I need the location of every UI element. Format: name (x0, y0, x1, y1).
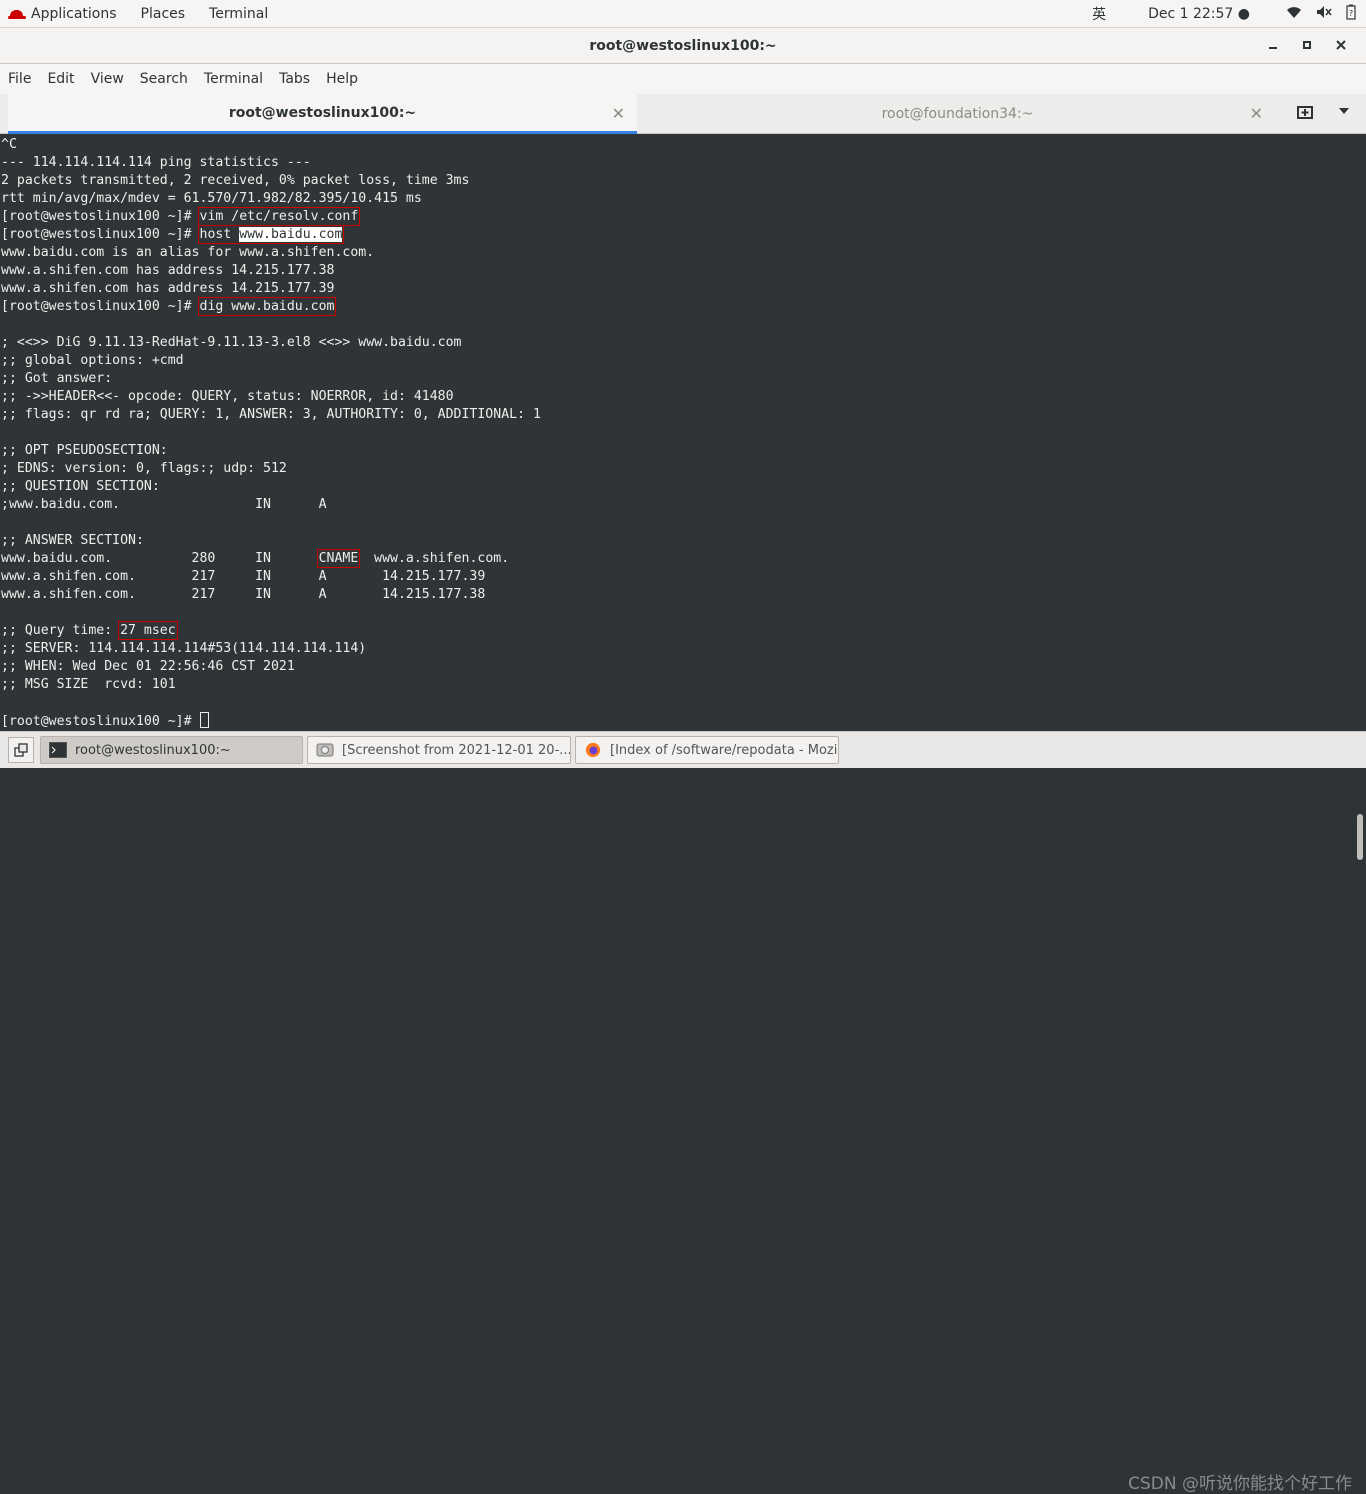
terminal-line: ;; OPT PSEUDOSECTION: (1, 443, 168, 458)
shell-prompt: [root@westoslinux100 ~]# (1, 299, 200, 314)
terminal-line: www.baidu.com is an alias for www.a.shif… (1, 245, 375, 260)
close-button[interactable] (1324, 38, 1358, 54)
places-menu[interactable]: Places (129, 0, 198, 28)
terminal-line: ;; WHEN: Wed Dec 01 22:56:46 CST 2021 (1, 659, 295, 674)
top-bar: Applications Places Terminal 英 Dec 1 22:… (0, 0, 1366, 28)
menu-view[interactable]: View (83, 71, 132, 87)
system-tray: 英 Dec 1 22:57 ● ? (1078, 0, 1356, 28)
selected-text: www.baidu.com (239, 227, 343, 242)
taskbar-item-firefox[interactable]: [Index of /software/repodata - Mozil... (575, 736, 839, 764)
menu-bar: File Edit View Search Terminal Tabs Help (0, 64, 1366, 94)
terminal-line: ;; MSG SIZE rcvd: 101 (1, 677, 176, 692)
terminal-line: ;; flags: qr rd ra; QUERY: 1, ANSWER: 3,… (1, 407, 541, 422)
volume-muted-icon[interactable] (1316, 5, 1332, 23)
tab-label: root@foundation34:~ (881, 105, 1034, 122)
answer-prefix: www.baidu.com. 280 IN (1, 551, 319, 566)
show-desktop-icon (14, 743, 28, 757)
tab-westoslinux100[interactable]: root@westoslinux100:~ ✕ (8, 94, 637, 134)
terminal-line: ;www.baidu.com. IN A (1, 497, 327, 512)
terminal-line: --- 114.114.114.114 ping statistics --- (1, 155, 311, 170)
wifi-icon[interactable] (1286, 5, 1302, 23)
shell-prompt: [root@westoslinux100 ~]# (1, 209, 200, 224)
minimize-icon (1269, 47, 1277, 49)
terminal-line: www.a.shifen.com has address 14.215.177.… (1, 263, 335, 278)
tab-bar: root@westoslinux100:~ ✕ root@foundation3… (0, 94, 1366, 134)
tab-menu-chevron-down-icon[interactable] (1339, 108, 1349, 114)
tab-label: root@westoslinux100:~ (228, 104, 417, 121)
menu-search[interactable]: Search (132, 71, 196, 87)
terminal-line: ;; QUESTION SECTION: (1, 479, 160, 494)
terminal-line: rtt min/avg/max/mdev = 61.570/71.982/82.… (1, 191, 422, 206)
command-dig: dig www.baidu.com (197, 297, 337, 316)
cname-highlight: CNAME (316, 549, 361, 568)
clock[interactable]: Dec 1 22:57 ● (1148, 6, 1250, 22)
input-method-indicator[interactable]: 英 (1092, 4, 1106, 24)
shell-prompt: [root@westoslinux100 ~]# (1, 714, 200, 729)
window-titlebar: root@westoslinux100:~ (0, 28, 1366, 64)
watermark: CSDN @听说你能找个好工作 (1128, 1474, 1352, 1494)
terminal-line: www.a.shifen.com has address 14.215.177.… (1, 281, 335, 296)
maximize-button[interactable] (1290, 38, 1324, 54)
terminal-app-menu[interactable]: Terminal (197, 0, 280, 28)
terminal-line: ;; ->>HEADER<<- opcode: QUERY, status: N… (1, 389, 454, 404)
terminal-line: 2 packets transmitted, 2 received, 0% pa… (1, 173, 470, 188)
answer-suffix: www.a.shifen.com. (358, 551, 510, 566)
menu-file[interactable]: File (0, 71, 39, 87)
terminal-cursor (199, 712, 209, 728)
menu-tabs[interactable]: Tabs (271, 71, 318, 87)
tab-close-icon[interactable]: ✕ (1250, 104, 1263, 123)
close-icon (1336, 40, 1346, 50)
redhat-logo-icon (8, 7, 26, 21)
minimize-button[interactable] (1256, 38, 1290, 54)
taskbar-item-screenshot[interactable]: [Screenshot from 2021-12-01 20-... (307, 736, 571, 764)
new-tab-icon[interactable] (1296, 104, 1314, 122)
tab-close-icon[interactable]: ✕ (612, 104, 625, 123)
image-viewer-icon (316, 743, 334, 757)
taskbar-item-terminal[interactable]: root@westoslinux100:~ (40, 736, 303, 764)
terminal-output: ^C --- 114.114.114.114 ping statistics -… (1, 136, 541, 731)
terminal-line: ;; SERVER: 114.114.114.114#53(114.114.11… (1, 641, 367, 656)
terminal-line: ^C (1, 137, 17, 152)
terminal-scrollbar[interactable] (1357, 814, 1363, 860)
tab-foundation34[interactable]: root@foundation34:~ ✕ (640, 94, 1275, 133)
window-title: root@westoslinux100:~ (589, 37, 777, 54)
terminal-line: ; EDNS: version: 0, flags:; udp: 512 (1, 461, 287, 476)
command-host: host www.baidu.com (197, 225, 345, 244)
taskbar: root@westoslinux100:~ [Screenshot from 2… (0, 731, 1366, 1494)
svg-text:?: ? (1349, 9, 1353, 18)
show-desktop-button[interactable] (8, 737, 34, 763)
query-time-highlight: 27 msec (118, 621, 178, 640)
terminal-line: ;; ANSWER SECTION: (1, 533, 144, 548)
menu-help[interactable]: Help (318, 71, 366, 87)
query-time-label: ;; Query time: (1, 623, 121, 638)
terminal-line: www.a.shifen.com. 217 IN A 14.215.177.39 (1, 569, 486, 584)
firefox-icon (585, 742, 601, 758)
terminal-icon (49, 742, 67, 758)
menu-terminal[interactable]: Terminal (196, 71, 271, 87)
terminal-line: ;; global options: +cmd (1, 353, 184, 368)
taskbar-item-label: root@westoslinux100:~ (75, 742, 231, 758)
taskbar-item-label: [Screenshot from 2021-12-01 20-... (342, 742, 571, 758)
maximize-icon (1303, 41, 1311, 49)
menu-edit[interactable]: Edit (39, 71, 82, 87)
taskbar-item-label: [Index of /software/repodata - Mozil... (610, 742, 839, 758)
terminal-line: ; <<>> DiG 9.11.13-RedHat-9.11.13-3.el8 … (1, 335, 462, 350)
applications-menu[interactable]: Applications (26, 0, 129, 28)
command-vim-resolv: vim /etc/resolv.conf (197, 207, 361, 226)
terminal-line: ;; Got answer: (1, 371, 113, 386)
shell-prompt: [root@westoslinux100 ~]# (1, 227, 200, 242)
terminal-view[interactable]: ^C --- 114.114.114.114 ping statistics -… (0, 134, 1366, 860)
battery-unknown-icon[interactable]: ? (1346, 4, 1356, 24)
terminal-line: www.a.shifen.com. 217 IN A 14.215.177.38 (1, 587, 486, 602)
